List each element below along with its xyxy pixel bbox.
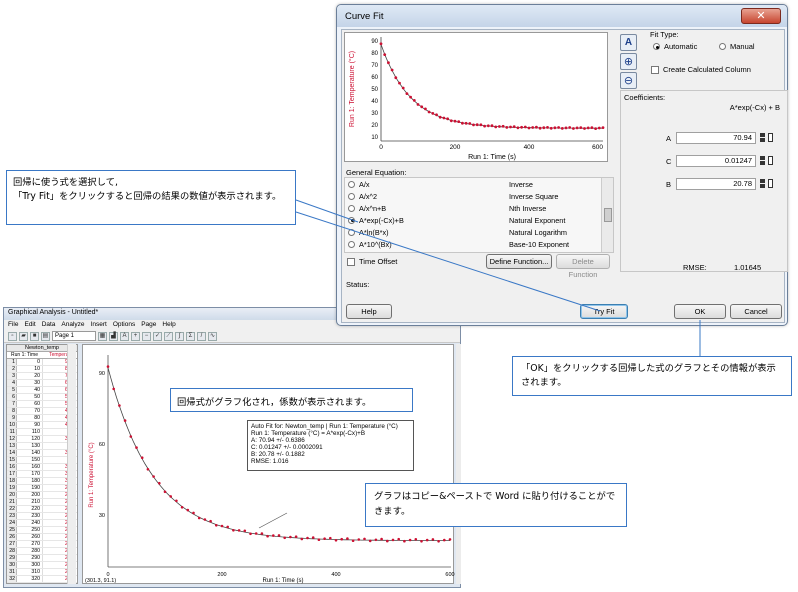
connector-to-tryfit	[295, 211, 601, 312]
note-select-equation: 回帰に使う式を選択して, 「Try Fit」をクリックすると回帰の結果の数値が表…	[6, 170, 296, 225]
note-ok-text: 「OK」をクリックする回帰した式のグラフとその情報が表示されます。	[521, 363, 776, 388]
note-ok: 「OK」をクリックする回帰した式のグラフとその情報が表示されます。	[512, 356, 792, 396]
note-graph-coefficients: 回帰式がグラフ化され，係数が表示されます。	[170, 388, 413, 412]
note-copy-text: グラフはコピー&ペーストで Word に貼り付けることができます。	[374, 491, 616, 517]
connector-to-equation	[295, 199, 359, 223]
note-left-text: 回帰に使う式を選択して, 「Try Fit」をクリックすると回帰の結果の数値が表…	[13, 177, 282, 202]
note-graph-text: 回帰式がグラフ化され，係数が表示されます。	[177, 397, 372, 408]
note-copy-paste: グラフはコピー&ペーストで Word に貼り付けることができます。	[365, 483, 627, 527]
